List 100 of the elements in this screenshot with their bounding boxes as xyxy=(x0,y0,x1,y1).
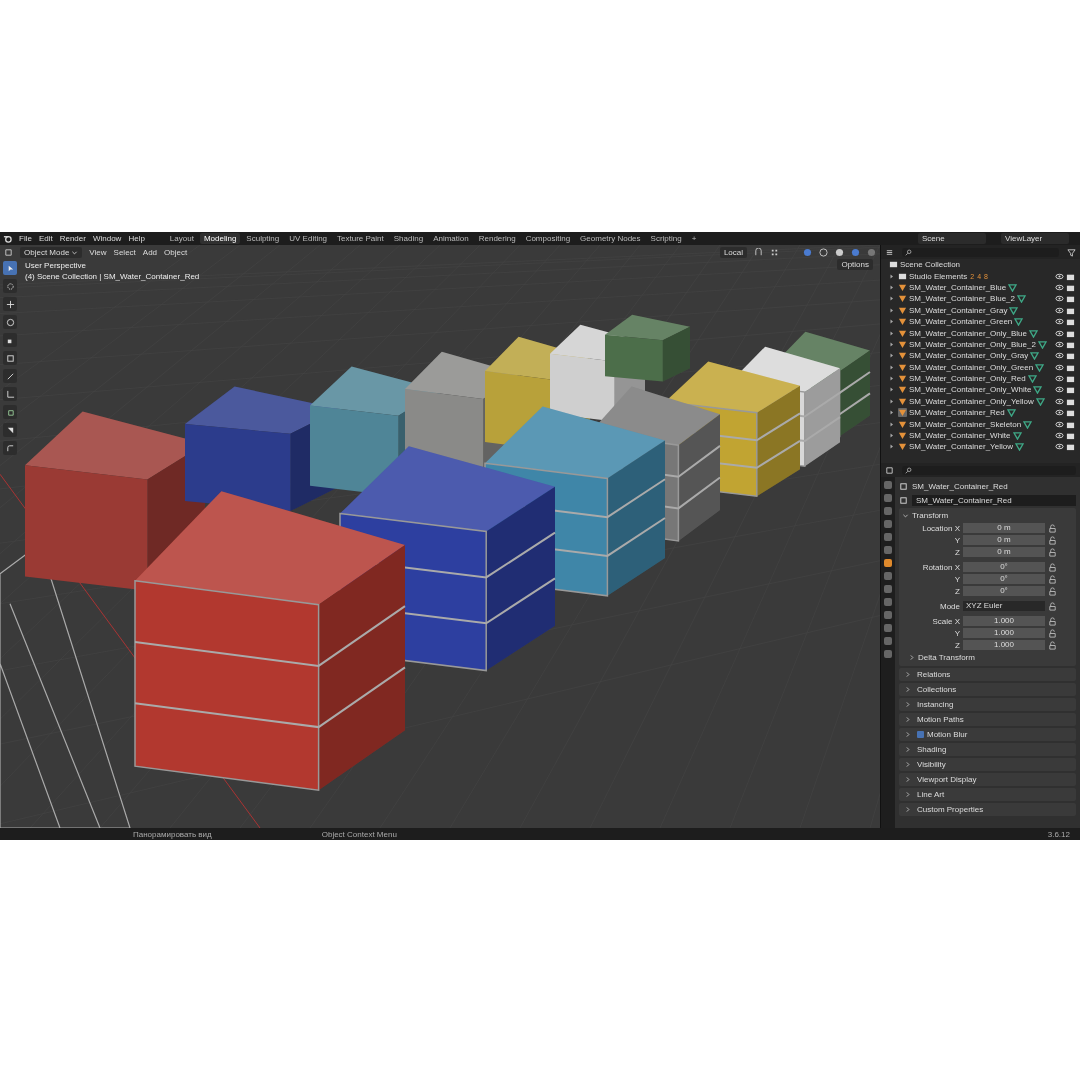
eye-icon[interactable] xyxy=(1055,351,1064,361)
expand-arrow-icon[interactable] xyxy=(889,273,894,279)
menu-item[interactable]: Render xyxy=(59,234,86,243)
tree-item[interactable]: Scene Collection xyxy=(900,260,961,270)
workspace-tab[interactable]: Animation xyxy=(429,233,473,244)
workspace-tab[interactable]: UV Editing xyxy=(285,233,332,244)
move-tool-button[interactable] xyxy=(3,297,17,311)
expand-arrow-icon[interactable] xyxy=(889,296,894,302)
number-field[interactable]: 0 m xyxy=(963,523,1045,533)
panel-header[interactable]: Collections xyxy=(899,683,1076,696)
number-field[interactable]: 0° xyxy=(963,586,1045,596)
lock-icon[interactable] xyxy=(1048,523,1057,533)
number-field[interactable]: 0 m xyxy=(963,535,1045,545)
eye-icon[interactable] xyxy=(1055,431,1064,441)
eye-icon[interactable] xyxy=(1055,339,1064,349)
display-mode-icon[interactable] xyxy=(885,247,894,257)
workspace-tab[interactable]: Layout xyxy=(165,233,198,244)
mode-dropdown[interactable]: Object Mode xyxy=(20,246,83,258)
subpanel-header[interactable]: Delta Transform xyxy=(908,652,1073,663)
expand-arrow-icon[interactable] xyxy=(889,444,894,450)
expand-arrow-icon[interactable] xyxy=(889,410,894,416)
lock-icon[interactable] xyxy=(1048,628,1057,638)
grid-icon[interactable] xyxy=(770,247,779,257)
panel-header[interactable]: Motion Paths xyxy=(899,713,1076,726)
render-shading-icon[interactable] xyxy=(867,247,876,257)
eye-icon[interactable] xyxy=(1055,271,1064,281)
lock-icon[interactable] xyxy=(1048,547,1057,557)
material-shading-icon[interactable] xyxy=(851,247,860,257)
tree-row[interactable]: SM_Water_Container_Only_Red xyxy=(881,372,1080,385)
tree-row[interactable]: SM_Water_Container_Only_Gray xyxy=(881,350,1080,362)
number-field[interactable]: 0° xyxy=(963,562,1045,572)
bevel-tool-button[interactable] xyxy=(3,441,17,455)
search-field[interactable] xyxy=(902,465,1076,475)
tree-row[interactable]: SM_Water_Container_Gray xyxy=(881,304,1080,316)
lock-icon[interactable] xyxy=(1048,586,1057,596)
number-field[interactable]: 1.000 xyxy=(963,640,1045,650)
menu-item[interactable]: Object xyxy=(164,247,188,257)
tree-row[interactable]: SM_Water_Container_Only_Blue_2 xyxy=(881,338,1080,351)
checkbox[interactable] xyxy=(917,731,924,738)
tree-row[interactable]: SM_Water_Container_Red xyxy=(881,407,1080,419)
menu-item[interactable]: Help xyxy=(128,234,145,243)
lock-icon[interactable] xyxy=(1048,574,1057,584)
transform-tool-button[interactable] xyxy=(3,351,17,365)
properties-tab[interactable] xyxy=(884,559,892,567)
tree-row[interactable]: SM_Water_Container_Only_Blue xyxy=(881,327,1080,339)
tree-row[interactable]: SM_Water_Container_Blue_2 xyxy=(881,293,1080,305)
add-cube-tool-button[interactable] xyxy=(3,405,17,419)
snap-icon[interactable] xyxy=(754,247,763,257)
panel-header[interactable]: Shading xyxy=(899,743,1076,756)
lock-icon[interactable] xyxy=(1048,640,1057,650)
menu-item[interactable]: Select xyxy=(113,247,136,257)
number-field[interactable]: 1.000 xyxy=(963,628,1045,638)
lock-icon[interactable] xyxy=(1048,562,1057,572)
panel-header[interactable]: Motion Blur xyxy=(899,728,1076,741)
tree-row[interactable]: SM_Water_Container_Only_Green xyxy=(881,361,1080,373)
workspace-tab[interactable]: Geometry Nodes xyxy=(576,233,645,244)
expand-arrow-icon[interactable] xyxy=(889,421,894,427)
expand-arrow-icon[interactable] xyxy=(889,433,894,439)
extrude-tool-button[interactable] xyxy=(3,423,17,437)
annotate-tool-button[interactable] xyxy=(3,369,17,383)
select-tool-button[interactable] xyxy=(3,261,17,275)
wireframe-shading-icon[interactable] xyxy=(819,247,828,257)
eye-icon[interactable] xyxy=(1055,419,1064,429)
expand-arrow-icon[interactable] xyxy=(889,284,894,290)
expand-arrow-icon[interactable] xyxy=(889,364,894,370)
panel-header[interactable]: Custom Properties xyxy=(899,803,1076,816)
panel-header[interactable]: Instancing xyxy=(899,698,1076,711)
search-field[interactable] xyxy=(902,247,1059,257)
number-field[interactable]: 0° xyxy=(963,574,1045,584)
tree-row[interactable]: SM_Water_Container_Skeleton xyxy=(881,418,1080,430)
panel-header[interactable]: Relations xyxy=(899,668,1076,681)
object-name-field[interactable]: SM_Water_Container_Red xyxy=(912,494,1076,506)
eye-icon[interactable] xyxy=(1055,374,1064,384)
expand-arrow-icon[interactable] xyxy=(889,353,894,359)
number-field[interactable]: 1.000 xyxy=(963,616,1045,626)
add-workspace-button[interactable]: + xyxy=(687,233,701,244)
workspace-tab[interactable]: Scripting xyxy=(646,233,686,244)
expand-arrow-icon[interactable] xyxy=(889,398,894,404)
options-button[interactable]: Options xyxy=(837,259,873,270)
number-field[interactable]: 0 m xyxy=(963,547,1045,557)
tree-row[interactable]: SM_Water_Container_White xyxy=(881,429,1080,442)
workspace-tab[interactable]: Sculpting xyxy=(242,233,284,244)
eye-icon[interactable] xyxy=(1055,385,1064,395)
eye-icon[interactable] xyxy=(1055,294,1064,304)
menu-item[interactable]: Window xyxy=(92,234,122,243)
workspace-tab[interactable]: Modeling xyxy=(199,233,241,244)
menu-item[interactable]: Edit xyxy=(38,234,53,243)
eye-icon[interactable] xyxy=(1055,442,1064,452)
expand-arrow-icon[interactable] xyxy=(889,330,894,336)
eye-icon[interactable] xyxy=(1055,328,1064,338)
eye-icon[interactable] xyxy=(1055,362,1064,372)
menu-item[interactable]: View xyxy=(89,247,107,257)
workspace-tab[interactable]: Shading xyxy=(389,233,428,244)
eye-icon[interactable] xyxy=(1055,408,1064,418)
tree-row[interactable]: SM_Water_Container_Blue xyxy=(881,281,1080,294)
workspace-tab[interactable]: Texture Paint xyxy=(333,233,388,244)
workspace-tab[interactable]: Rendering xyxy=(474,233,520,244)
lock-icon[interactable] xyxy=(1048,535,1057,545)
view-layer-field[interactable]: ViewLayer xyxy=(1001,233,1069,244)
blender-logo-icon[interactable] xyxy=(3,234,12,243)
